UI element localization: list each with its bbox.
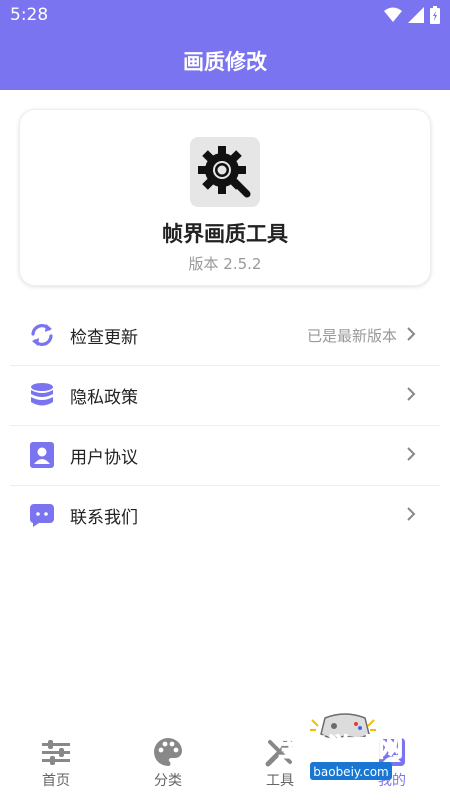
watermark-url: baobeiy.com xyxy=(313,765,388,779)
user-card-icon xyxy=(30,442,54,468)
status-icons xyxy=(384,6,440,24)
nav-item-home[interactable]: 首页 xyxy=(0,730,112,800)
app-bar: 画质修改 xyxy=(0,32,450,90)
battery-icon xyxy=(430,6,440,24)
menu-label: 用户协议 xyxy=(70,448,138,468)
menu-row-user-agreement[interactable]: 用户协议 xyxy=(10,425,440,486)
menu-row-contact-us[interactable]: 联系我们 xyxy=(10,485,440,545)
nav-label: 首页 xyxy=(42,773,70,789)
app-version: 版本 2.5.2 xyxy=(188,255,262,273)
chat-icon xyxy=(29,504,54,527)
sliders-icon xyxy=(42,740,70,765)
chevron-right-icon xyxy=(407,507,416,521)
app-name: 帧界画质工具 xyxy=(162,222,288,246)
page-title: 画质修改 xyxy=(183,50,267,74)
refresh-icon xyxy=(31,324,53,346)
signal-icon xyxy=(408,7,424,23)
update-status: 已是最新版本 xyxy=(306,327,397,345)
watermark-logo: 宝贝游戏网 baobeiy.com xyxy=(270,706,445,784)
menu-row-check-update[interactable]: 检查更新 已是最新版本 xyxy=(10,305,440,366)
wifi-icon xyxy=(384,7,402,22)
chevron-right-icon xyxy=(407,447,416,461)
watermark-graphic: 宝贝游戏网 baobeiy.com xyxy=(277,713,404,780)
menu-label: 检查更新 xyxy=(70,328,138,348)
chevron-right-icon xyxy=(407,327,416,341)
nav-label: 分类 xyxy=(154,773,182,789)
nav-item-category[interactable]: 分类 xyxy=(112,730,224,800)
menu-label: 隐私政策 xyxy=(70,388,138,408)
menu-label: 联系我们 xyxy=(70,508,138,528)
database-icon xyxy=(31,383,53,406)
gear-magnifier-icon xyxy=(190,137,260,207)
palette-icon xyxy=(154,738,182,766)
app-info-card: 帧界画质工具 版本 2.5.2 xyxy=(19,109,431,286)
watermark-text: 宝贝游戏网 xyxy=(278,733,403,762)
status-time: 5:28 xyxy=(10,5,49,25)
chevron-right-icon xyxy=(407,387,416,401)
menu-row-privacy-policy[interactable]: 隐私政策 xyxy=(10,365,440,426)
status-bar: 5:28 xyxy=(0,0,450,32)
